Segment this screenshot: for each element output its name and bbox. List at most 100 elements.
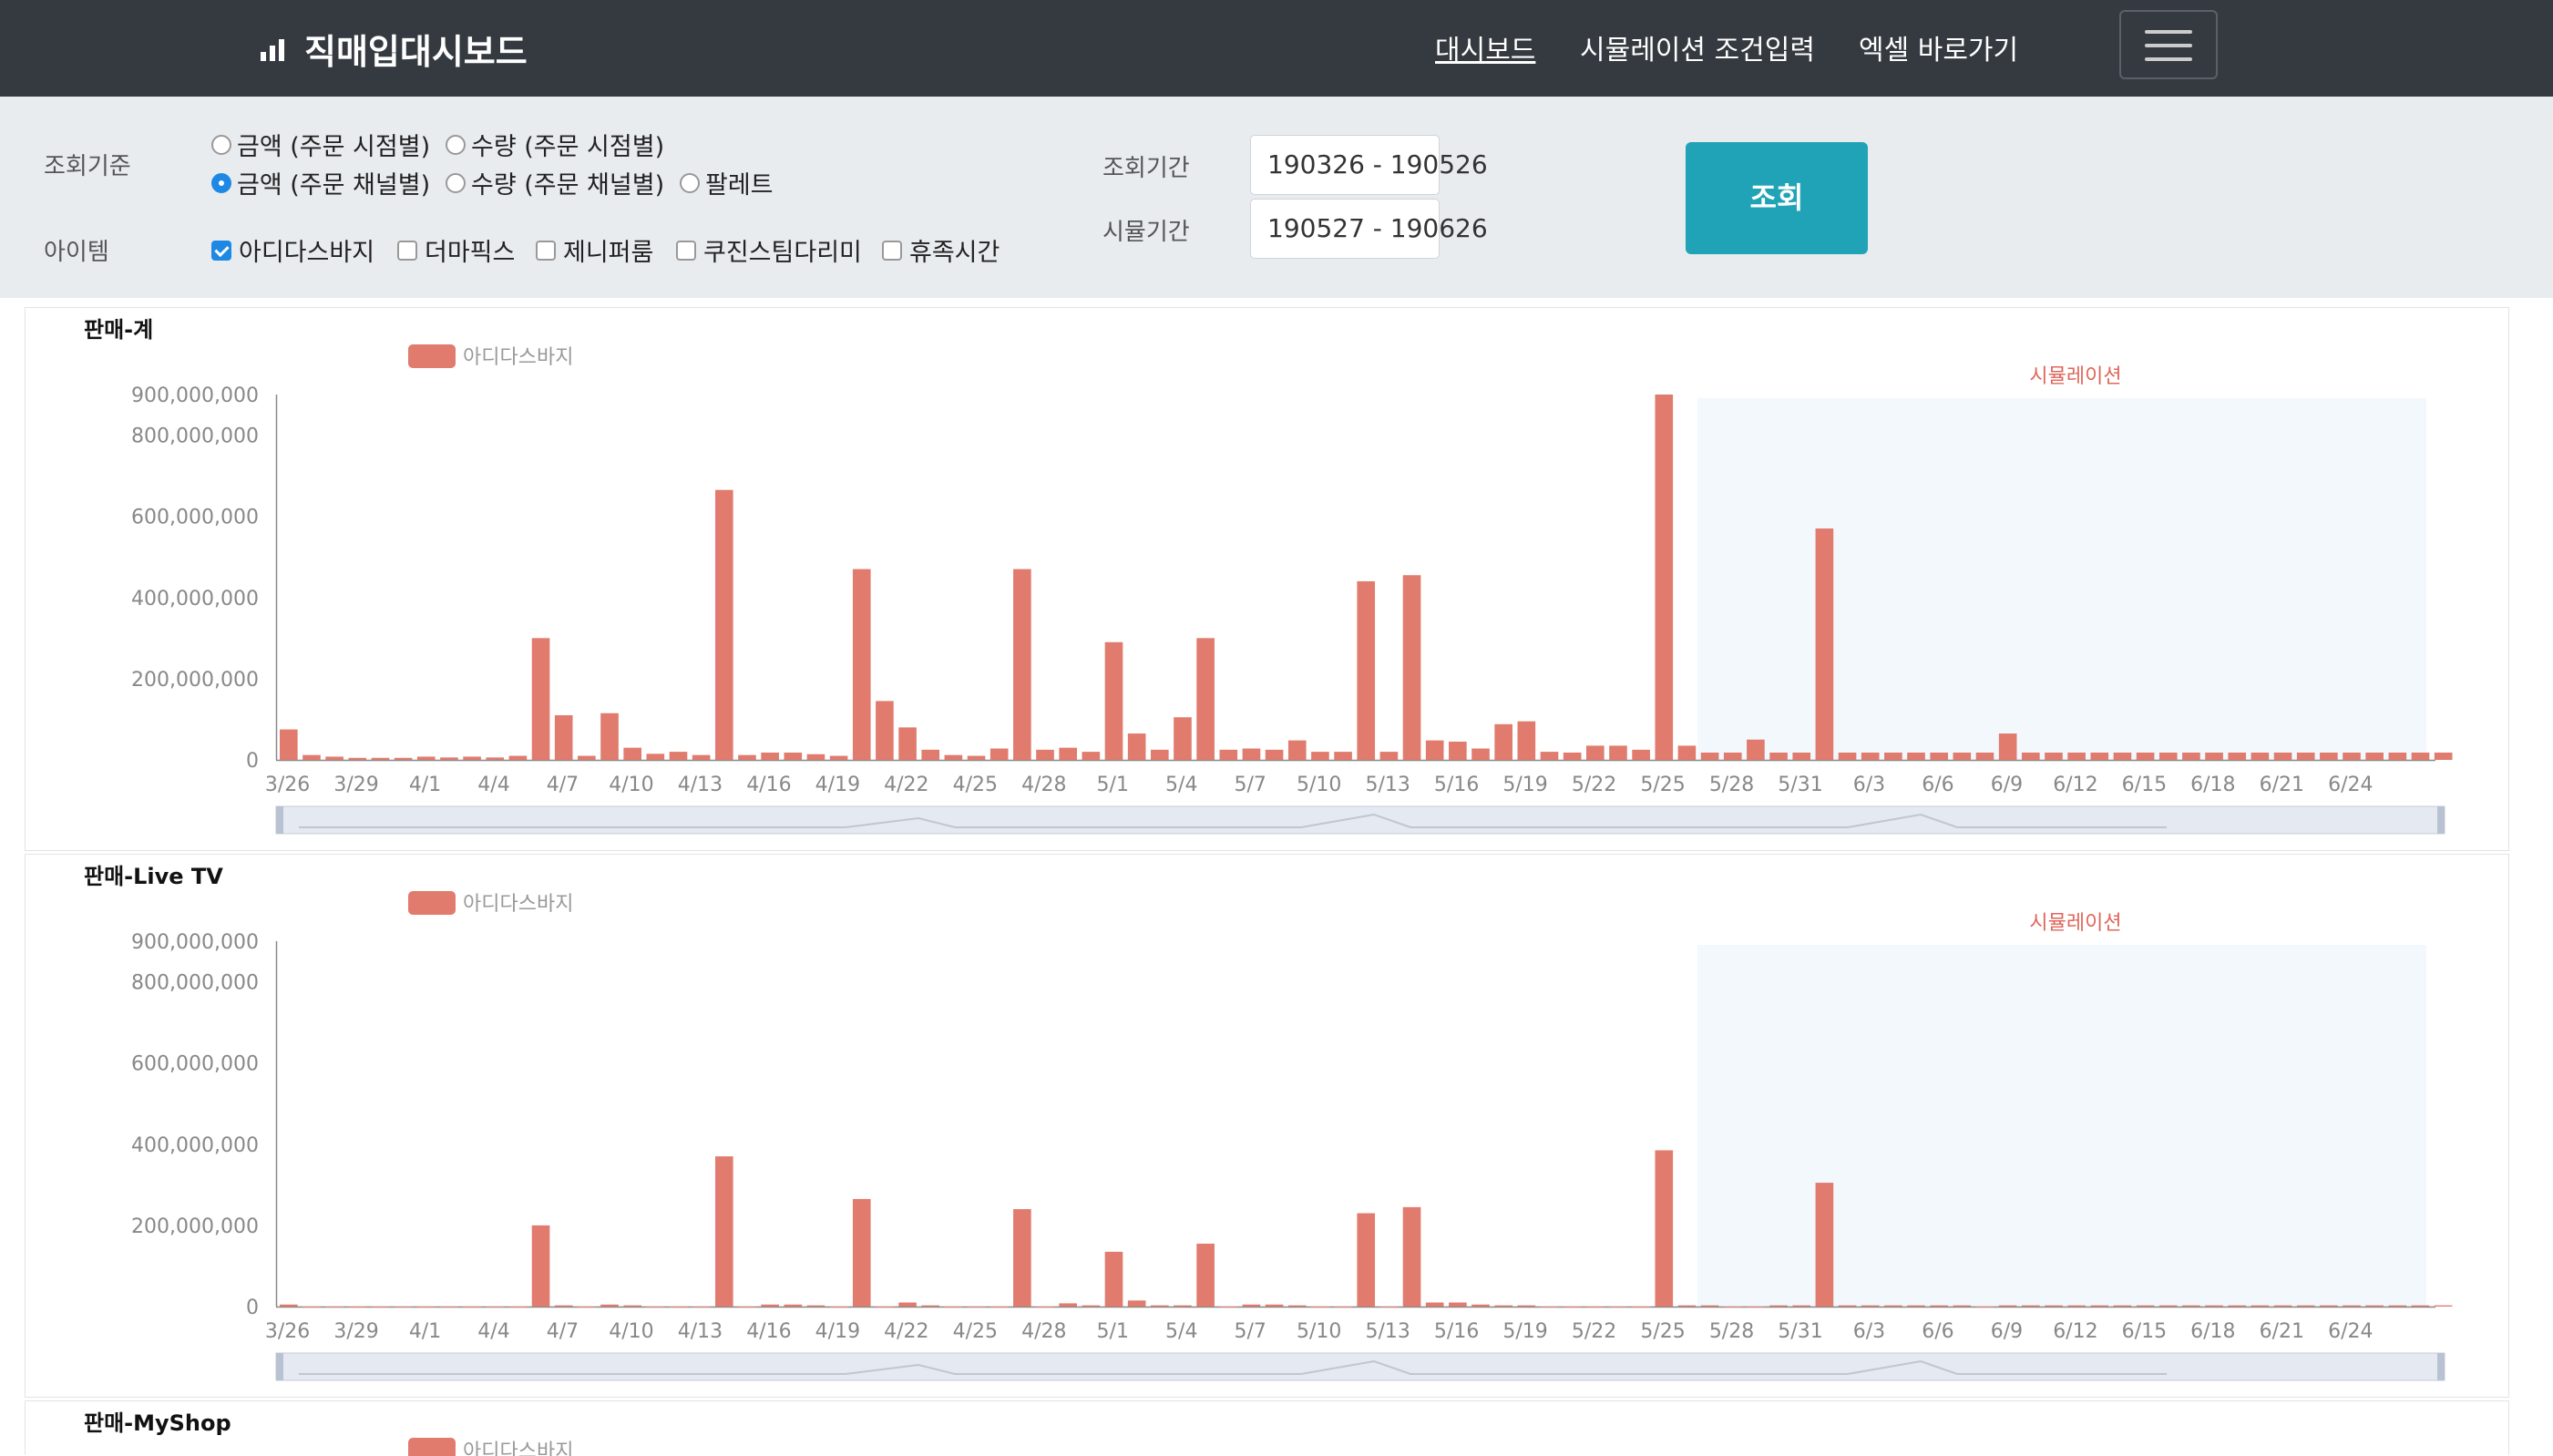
bar: [2022, 752, 2040, 760]
simulation-band: [1697, 398, 2426, 760]
slider-handle-left[interactable]: [276, 1353, 283, 1380]
x-tick-label: 4/7: [547, 774, 579, 796]
brand-title: 직매입대시보드: [304, 32, 528, 72]
y-tick-label: 600,000,000: [131, 1053, 259, 1076]
slider-handle-right[interactable]: [2437, 1353, 2445, 1380]
slider-handle-right[interactable]: [2437, 806, 2445, 834]
item-checkbox-cuisine-steamer[interactable]: 쿠진스팀다리미: [676, 232, 862, 268]
range-slider[interactable]: [275, 1352, 2445, 1381]
bar: [1838, 1305, 1857, 1307]
query-period-input[interactable]: 190326 - 190526: [1250, 135, 1488, 195]
y-tick-label: 400,000,000: [131, 1134, 259, 1157]
bar: [1265, 749, 1284, 760]
checkbox[interactable]: [397, 240, 417, 261]
simulation-band: [1697, 945, 2426, 1307]
bar: [2320, 752, 2338, 760]
x-tick-label: 4/16: [746, 774, 791, 796]
checkbox[interactable]: [676, 240, 696, 261]
brand[interactable]: 직매입대시보드: [259, 24, 528, 74]
sim-period-input[interactable]: 190527 - 190626: [1250, 199, 1488, 259]
checkbox[interactable]: [536, 240, 556, 261]
bar: [1219, 749, 1238, 760]
legend-label: 아디다스바지: [463, 346, 573, 369]
item-checkbox-adidas[interactable]: 아디다스바지: [211, 232, 374, 268]
bar: [784, 1304, 803, 1307]
bar: [1792, 1305, 1811, 1307]
checkbox[interactable]: [882, 240, 902, 261]
bar: [1517, 1305, 1536, 1307]
bar: [1174, 717, 1192, 760]
checkbox[interactable]: [211, 240, 231, 261]
bar-chart-livetv: 시뮬레이션 아디다스바지 900,000,000 800,000,000 600,000…: [131, 891, 2453, 1381]
radio-button[interactable]: [211, 134, 231, 155]
bar: [1287, 740, 1307, 760]
bar: [2090, 1305, 2109, 1307]
item-checkbox-hujoksigan[interactable]: 휴족시간: [882, 232, 1000, 268]
bar: [2343, 1305, 2361, 1307]
x-tick-label: 4/13: [678, 1320, 723, 1343]
radio-quantity-channel[interactable]: 수량 (주문 채널별): [446, 165, 664, 200]
bar: [944, 754, 963, 760]
y-tick-label: 400,000,000: [131, 588, 259, 610]
range-slider[interactable]: [275, 805, 2445, 835]
x-tick-label: 6/18: [2190, 1320, 2235, 1343]
radio-label: 수량 (주문 시점별): [471, 133, 665, 161]
radio-quantity-time[interactable]: 수량 (주문 시점별): [446, 127, 664, 162]
menu-toggle-button[interactable]: [2119, 10, 2218, 79]
navbar: 직매입대시보드 대시보드 시뮬레이션 조건입력 엑셀 바로가기: [0, 0, 2553, 97]
y-tick-label: 800,000,000: [131, 426, 259, 448]
bar: [2136, 752, 2155, 760]
bar: [2365, 752, 2384, 760]
sim-period-label: 시뮬기간: [1102, 219, 1190, 246]
nav-simulation-link[interactable]: 시뮬레이션 조건입력: [1580, 27, 1815, 67]
bar: [1998, 733, 2017, 760]
radio-palette[interactable]: 팔레트: [680, 165, 774, 200]
bar: [2045, 752, 2063, 760]
bar: [852, 1198, 871, 1307]
checkbox-label: 쿠진스팀다리미: [703, 239, 862, 267]
x-tick-label: 4/22: [884, 774, 928, 796]
bar-chart-total: 시뮬레이션 아디다스바지 900,000,000 800,000,000 600,000…: [131, 344, 2453, 835]
bar: [2296, 1305, 2315, 1307]
nav-excel-link[interactable]: 엑셀 바로가기: [1859, 27, 2018, 67]
bar: [761, 752, 779, 760]
x-tick-label: 4/16: [746, 1320, 791, 1343]
bar: [1196, 1243, 1215, 1307]
bar: [1517, 721, 1536, 760]
x-tick-label: 4/1: [409, 774, 441, 796]
bar: [1494, 723, 1512, 760]
radio-amount-time[interactable]: 금액 (주문 시점별): [211, 127, 430, 162]
y-tick-label: 800,000,000: [131, 972, 259, 995]
bar: [1700, 1305, 1719, 1307]
radio-button[interactable]: [446, 172, 466, 193]
bar: [1677, 1305, 1697, 1307]
radio-button[interactable]: [446, 134, 466, 155]
bar: [898, 1302, 917, 1307]
bar: [1036, 749, 1054, 760]
bar: [1287, 1305, 1307, 1307]
chart-title: 판매-Live TV: [84, 864, 223, 889]
item-checkbox-dermafix[interactable]: 더마픽스: [397, 232, 515, 268]
x-tick-label: 5/10: [1297, 774, 1341, 796]
bar: [1861, 1305, 1880, 1307]
x-tick-label: 5/25: [1640, 1320, 1685, 1343]
item-checkbox-jenniferroom[interactable]: 제니퍼룸: [536, 232, 653, 268]
query-button[interactable]: 조회: [1686, 142, 1868, 254]
radio-label: 수량 (주문 채널별): [471, 171, 665, 200]
radio-amount-channel[interactable]: 금액 (주문 채널별): [211, 165, 430, 200]
radio-button[interactable]: [680, 172, 700, 193]
bar: [463, 756, 481, 760]
x-tick-label: 5/13: [1365, 1320, 1410, 1343]
bar: [806, 754, 825, 760]
bar: [1334, 752, 1352, 760]
bar: [1700, 752, 1719, 760]
slider-track: [275, 805, 2445, 835]
nav-dashboard-link[interactable]: 대시보드: [1435, 27, 1535, 67]
bar: [2022, 1305, 2040, 1307]
bar: [2388, 1305, 2407, 1307]
bar: [669, 752, 688, 760]
bar: [554, 714, 573, 760]
radio-button[interactable]: [211, 172, 231, 193]
y-tick-label: 900,000,000: [131, 385, 259, 407]
slider-handle-left[interactable]: [276, 806, 283, 834]
